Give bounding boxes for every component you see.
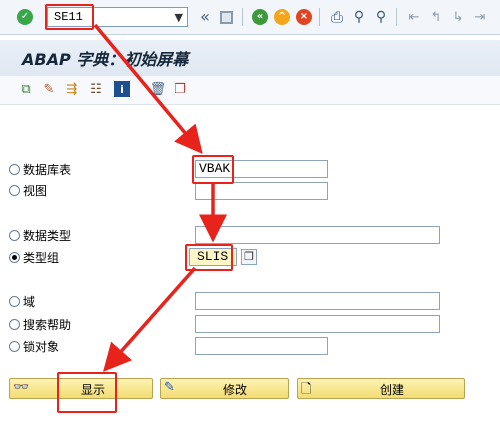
arrow-to-vbak bbox=[93, 23, 203, 155]
annotation-arrows bbox=[93, 23, 227, 372]
arrow-to-display bbox=[103, 266, 197, 372]
